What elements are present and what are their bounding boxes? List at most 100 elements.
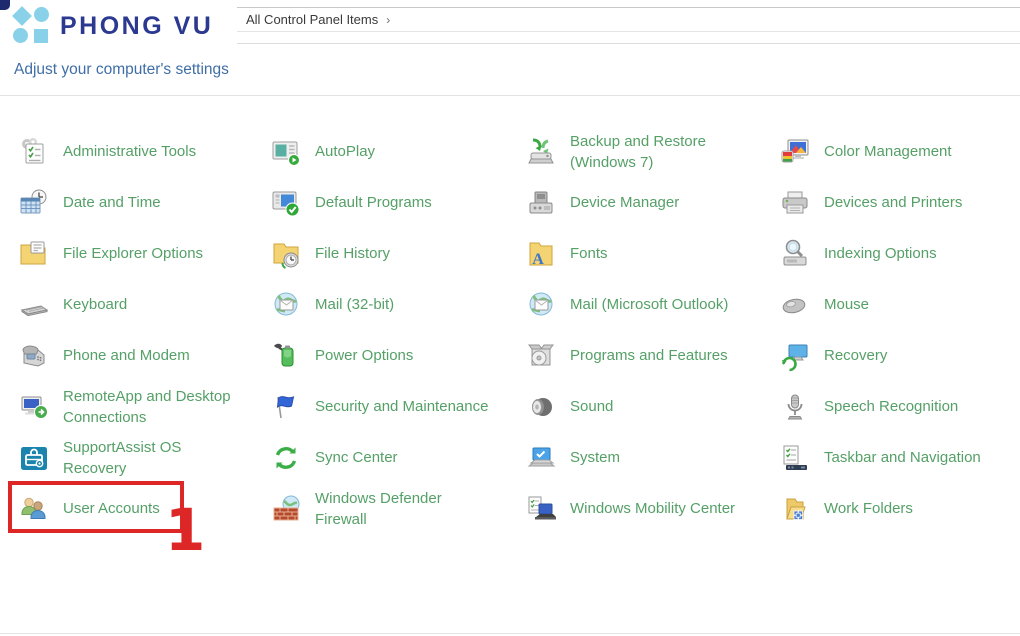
device-manager-icon bbox=[525, 187, 557, 219]
item-mouse[interactable]: Mouse bbox=[769, 279, 1016, 330]
item-label: File History bbox=[315, 243, 390, 264]
backup-restore-icon bbox=[525, 136, 557, 168]
item-user-accounts[interactable]: User Accounts bbox=[8, 483, 260, 534]
item-label: Sync Center bbox=[315, 447, 398, 468]
keyboard-icon bbox=[18, 289, 50, 321]
item-date-and-time[interactable]: Date and Time bbox=[8, 177, 260, 228]
item-recovery[interactable]: Recovery bbox=[769, 330, 1016, 381]
item-windows-defender-firewall[interactable]: Windows Defender Firewall bbox=[260, 483, 515, 534]
fonts-icon: A bbox=[525, 238, 557, 270]
item-label: Taskbar and Navigation bbox=[824, 447, 981, 468]
item-indexing-options[interactable]: Indexing Options bbox=[769, 228, 1016, 279]
item-mail-microsoft-outlook[interactable]: Mail (Microsoft Outlook) bbox=[515, 279, 769, 330]
item-autoplay[interactable]: AutoPlay bbox=[260, 126, 515, 177]
breadcrumb-bottom-border bbox=[237, 31, 1020, 32]
item-speech-recognition[interactable]: Speech Recognition bbox=[769, 381, 1016, 432]
item-programs-and-features[interactable]: Programs and Features bbox=[515, 330, 769, 381]
autoplay-icon bbox=[270, 136, 302, 168]
item-system[interactable]: System bbox=[515, 432, 769, 483]
item-administrative-tools[interactable]: Administrative Tools bbox=[8, 126, 260, 177]
item-label: Date and Time bbox=[63, 192, 161, 213]
mail-icon bbox=[525, 289, 557, 321]
item-label: Administrative Tools bbox=[63, 141, 196, 162]
item-label: File Explorer Options bbox=[63, 243, 203, 264]
devices-printers-icon bbox=[779, 187, 811, 219]
item-supportassist-os-recovery[interactable]: SupportAssist OS Recovery bbox=[8, 432, 260, 483]
mouse-icon bbox=[779, 289, 811, 321]
corner-notch bbox=[0, 0, 10, 10]
item-mail-32-bit[interactable]: Mail (32-bit) bbox=[260, 279, 515, 330]
item-label: SupportAssist OS Recovery bbox=[63, 437, 181, 479]
remoteapp-icon bbox=[18, 391, 50, 423]
item-label: Keyboard bbox=[63, 294, 127, 315]
phongvu-logo: PHONG VU bbox=[12, 6, 213, 46]
breadcrumb[interactable]: All Control Panel Items › bbox=[246, 12, 390, 27]
item-label: System bbox=[570, 447, 620, 468]
supportassist-icon bbox=[18, 442, 50, 474]
item-label: Fonts bbox=[570, 243, 608, 264]
addressbar-divider bbox=[237, 43, 1020, 44]
system-icon bbox=[525, 442, 557, 474]
bottom-divider bbox=[0, 633, 1020, 634]
item-label: Color Management bbox=[824, 141, 952, 162]
item-file-history[interactable]: File History bbox=[260, 228, 515, 279]
item-taskbar-and-navigation[interactable]: Taskbar and Navigation bbox=[769, 432, 1016, 483]
file-history-icon bbox=[270, 238, 302, 270]
breadcrumb-location[interactable]: All Control Panel Items bbox=[246, 12, 378, 27]
date-time-icon bbox=[18, 187, 50, 219]
item-devices-and-printers[interactable]: Devices and Printers bbox=[769, 177, 1016, 228]
chevron-right-icon[interactable]: › bbox=[386, 13, 390, 27]
item-fonts[interactable]: A Fonts bbox=[515, 228, 769, 279]
indexing-options-icon bbox=[779, 238, 811, 270]
item-label: AutoPlay bbox=[315, 141, 375, 162]
item-label: Phone and Modem bbox=[63, 345, 190, 366]
phongvu-logo-icon bbox=[12, 6, 50, 46]
recovery-icon bbox=[779, 340, 811, 372]
item-security-and-maintenance[interactable]: Security and Maintenance bbox=[260, 381, 515, 432]
speech-recognition-icon bbox=[779, 391, 811, 423]
item-label: Speech Recognition bbox=[824, 396, 958, 417]
phongvu-logo-text: PHONG VU bbox=[60, 12, 213, 41]
item-keyboard[interactable]: Keyboard bbox=[8, 279, 260, 330]
item-label: Windows Mobility Center bbox=[570, 498, 735, 519]
sync-center-icon bbox=[270, 442, 302, 474]
item-label: Power Options bbox=[315, 345, 413, 366]
item-default-programs[interactable]: Default Programs bbox=[260, 177, 515, 228]
item-phone-and-modem[interactable]: Phone and Modem bbox=[8, 330, 260, 381]
phone-modem-icon bbox=[18, 340, 50, 372]
item-label: Security and Maintenance bbox=[315, 396, 488, 417]
item-label: Work Folders bbox=[824, 498, 913, 519]
item-label: Backup and Restore (Windows 7) bbox=[570, 131, 706, 173]
item-work-folders[interactable]: Work Folders bbox=[769, 483, 1016, 534]
firewall-icon bbox=[270, 493, 302, 525]
item-sync-center[interactable]: Sync Center bbox=[260, 432, 515, 483]
item-label: Sound bbox=[570, 396, 613, 417]
default-programs-icon bbox=[270, 187, 302, 219]
color-management-icon bbox=[779, 136, 811, 168]
file-explorer-options-icon bbox=[18, 238, 50, 270]
svg-text:A: A bbox=[532, 251, 544, 268]
item-color-management[interactable]: Color Management bbox=[769, 126, 1016, 177]
item-file-explorer-options[interactable]: File Explorer Options bbox=[8, 228, 260, 279]
item-windows-mobility-center[interactable]: Windows Mobility Center bbox=[515, 483, 769, 534]
sound-icon bbox=[525, 391, 557, 423]
item-remoteapp-and-desktop-connections[interactable]: RemoteApp and Desktop Connections bbox=[8, 381, 260, 432]
admin-tools-icon bbox=[18, 136, 50, 168]
header-divider bbox=[0, 95, 1020, 96]
security-maintenance-icon bbox=[270, 391, 302, 423]
item-label: RemoteApp and Desktop Connections bbox=[63, 386, 231, 428]
item-device-manager[interactable]: Device Manager bbox=[515, 177, 769, 228]
item-label: Programs and Features bbox=[570, 345, 728, 366]
control-panel-window: PHONG VU All Control Panel Items › Adjus… bbox=[0, 0, 1020, 636]
item-label: User Accounts bbox=[63, 498, 160, 519]
mobility-center-icon bbox=[525, 493, 557, 525]
work-folders-icon bbox=[779, 493, 811, 525]
item-label: Windows Defender Firewall bbox=[315, 488, 442, 530]
item-sound[interactable]: Sound bbox=[515, 381, 769, 432]
programs-features-icon bbox=[525, 340, 557, 372]
item-label: Recovery bbox=[824, 345, 887, 366]
item-label: Indexing Options bbox=[824, 243, 937, 264]
item-backup-and-restore-windows-7[interactable]: Backup and Restore (Windows 7) bbox=[515, 126, 769, 177]
item-power-options[interactable]: Power Options bbox=[260, 330, 515, 381]
mail-icon bbox=[270, 289, 302, 321]
